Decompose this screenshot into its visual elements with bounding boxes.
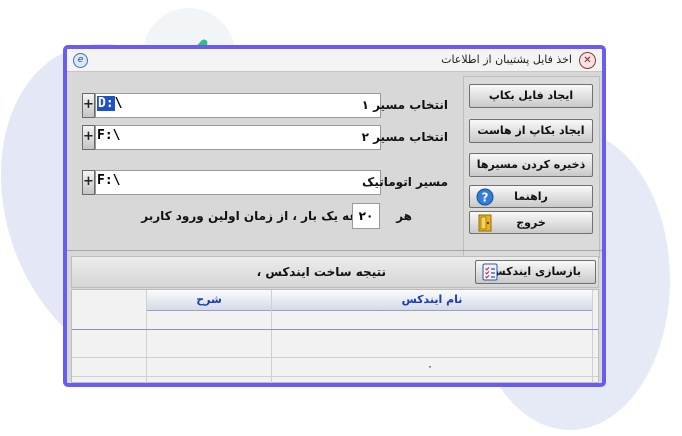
interval-minutes-input[interactable]: ۲۰	[352, 203, 380, 229]
create-backup-button[interactable]: ایجاد فایل بکاپ	[469, 84, 593, 108]
close-button[interactable]: ✕	[579, 52, 596, 69]
save-paths-button[interactable]: ذخیره کردن مسیرها	[469, 153, 593, 177]
interval-prefix-label: هر	[396, 209, 412, 223]
exit-button[interactable]: خروج	[469, 211, 593, 234]
exit-door-icon	[478, 214, 492, 232]
path1-rest-text: \	[114, 96, 123, 111]
browse-auto-path-button[interactable]: +	[82, 170, 95, 195]
column-header-index-name[interactable]: نام ایندکس	[272, 290, 593, 311]
exit-button-label: خروج	[516, 216, 546, 229]
help-icon: ?	[476, 188, 494, 206]
index-result-bar: نتیجه ساخت ایندکس ، بازسازی ایندکس	[71, 256, 599, 288]
table-row-index-value: ۰	[427, 360, 433, 373]
interval-suffix-label: دقیقه یک بار ، از زمان اولین ورود کاربر	[141, 209, 377, 223]
selected-row-line	[72, 329, 598, 330]
path2-label: انتخاب مسیر ۲	[361, 130, 448, 144]
help-button[interactable]: ? راهنما	[469, 185, 593, 208]
rebuild-index-label: بازسازی ایندکس	[490, 265, 581, 278]
backup-window: e اخذ فایل پشتیبان از اطلاعات ✕ + D:\ ان…	[63, 45, 606, 387]
browse-path2-button[interactable]: +	[82, 125, 95, 150]
index-result-label: نتیجه ساخت ایندکس ،	[256, 265, 386, 279]
window-title: اخذ فایل پشتیبان از اطلاعات	[441, 53, 572, 66]
checklist-icon	[482, 263, 498, 281]
help-button-label: راهنما	[514, 190, 548, 203]
browse-path1-button[interactable]: +	[82, 93, 95, 118]
index-table: شرح نام ایندکس ۰	[71, 289, 599, 383]
actions-panel: ایجاد فایل بکاپ ایجاد بکاپ از هاست ذخیره…	[463, 76, 600, 258]
section-divider	[67, 250, 602, 251]
backup-from-host-button[interactable]: ایجاد بکاپ از هاست	[469, 119, 593, 143]
auto-path-input[interactable]: F:\	[95, 170, 381, 195]
app-icon: e	[73, 53, 88, 68]
path1-label: انتخاب مسیر ۱	[361, 98, 448, 112]
column-header-description[interactable]: شرح	[147, 290, 272, 311]
path1-input[interactable]: D:\	[95, 93, 381, 118]
svg-text:?: ?	[482, 191, 489, 205]
title-bar: e اخذ فایل پشتیبان از اطلاعات ✕	[67, 49, 602, 72]
path1-selected-text: D:	[97, 96, 115, 111]
rebuild-index-button[interactable]: بازسازی ایندکس	[475, 260, 596, 284]
auto-path-label: مسیر اتوماتیک	[362, 175, 448, 189]
path2-input[interactable]: F:\	[95, 125, 381, 150]
